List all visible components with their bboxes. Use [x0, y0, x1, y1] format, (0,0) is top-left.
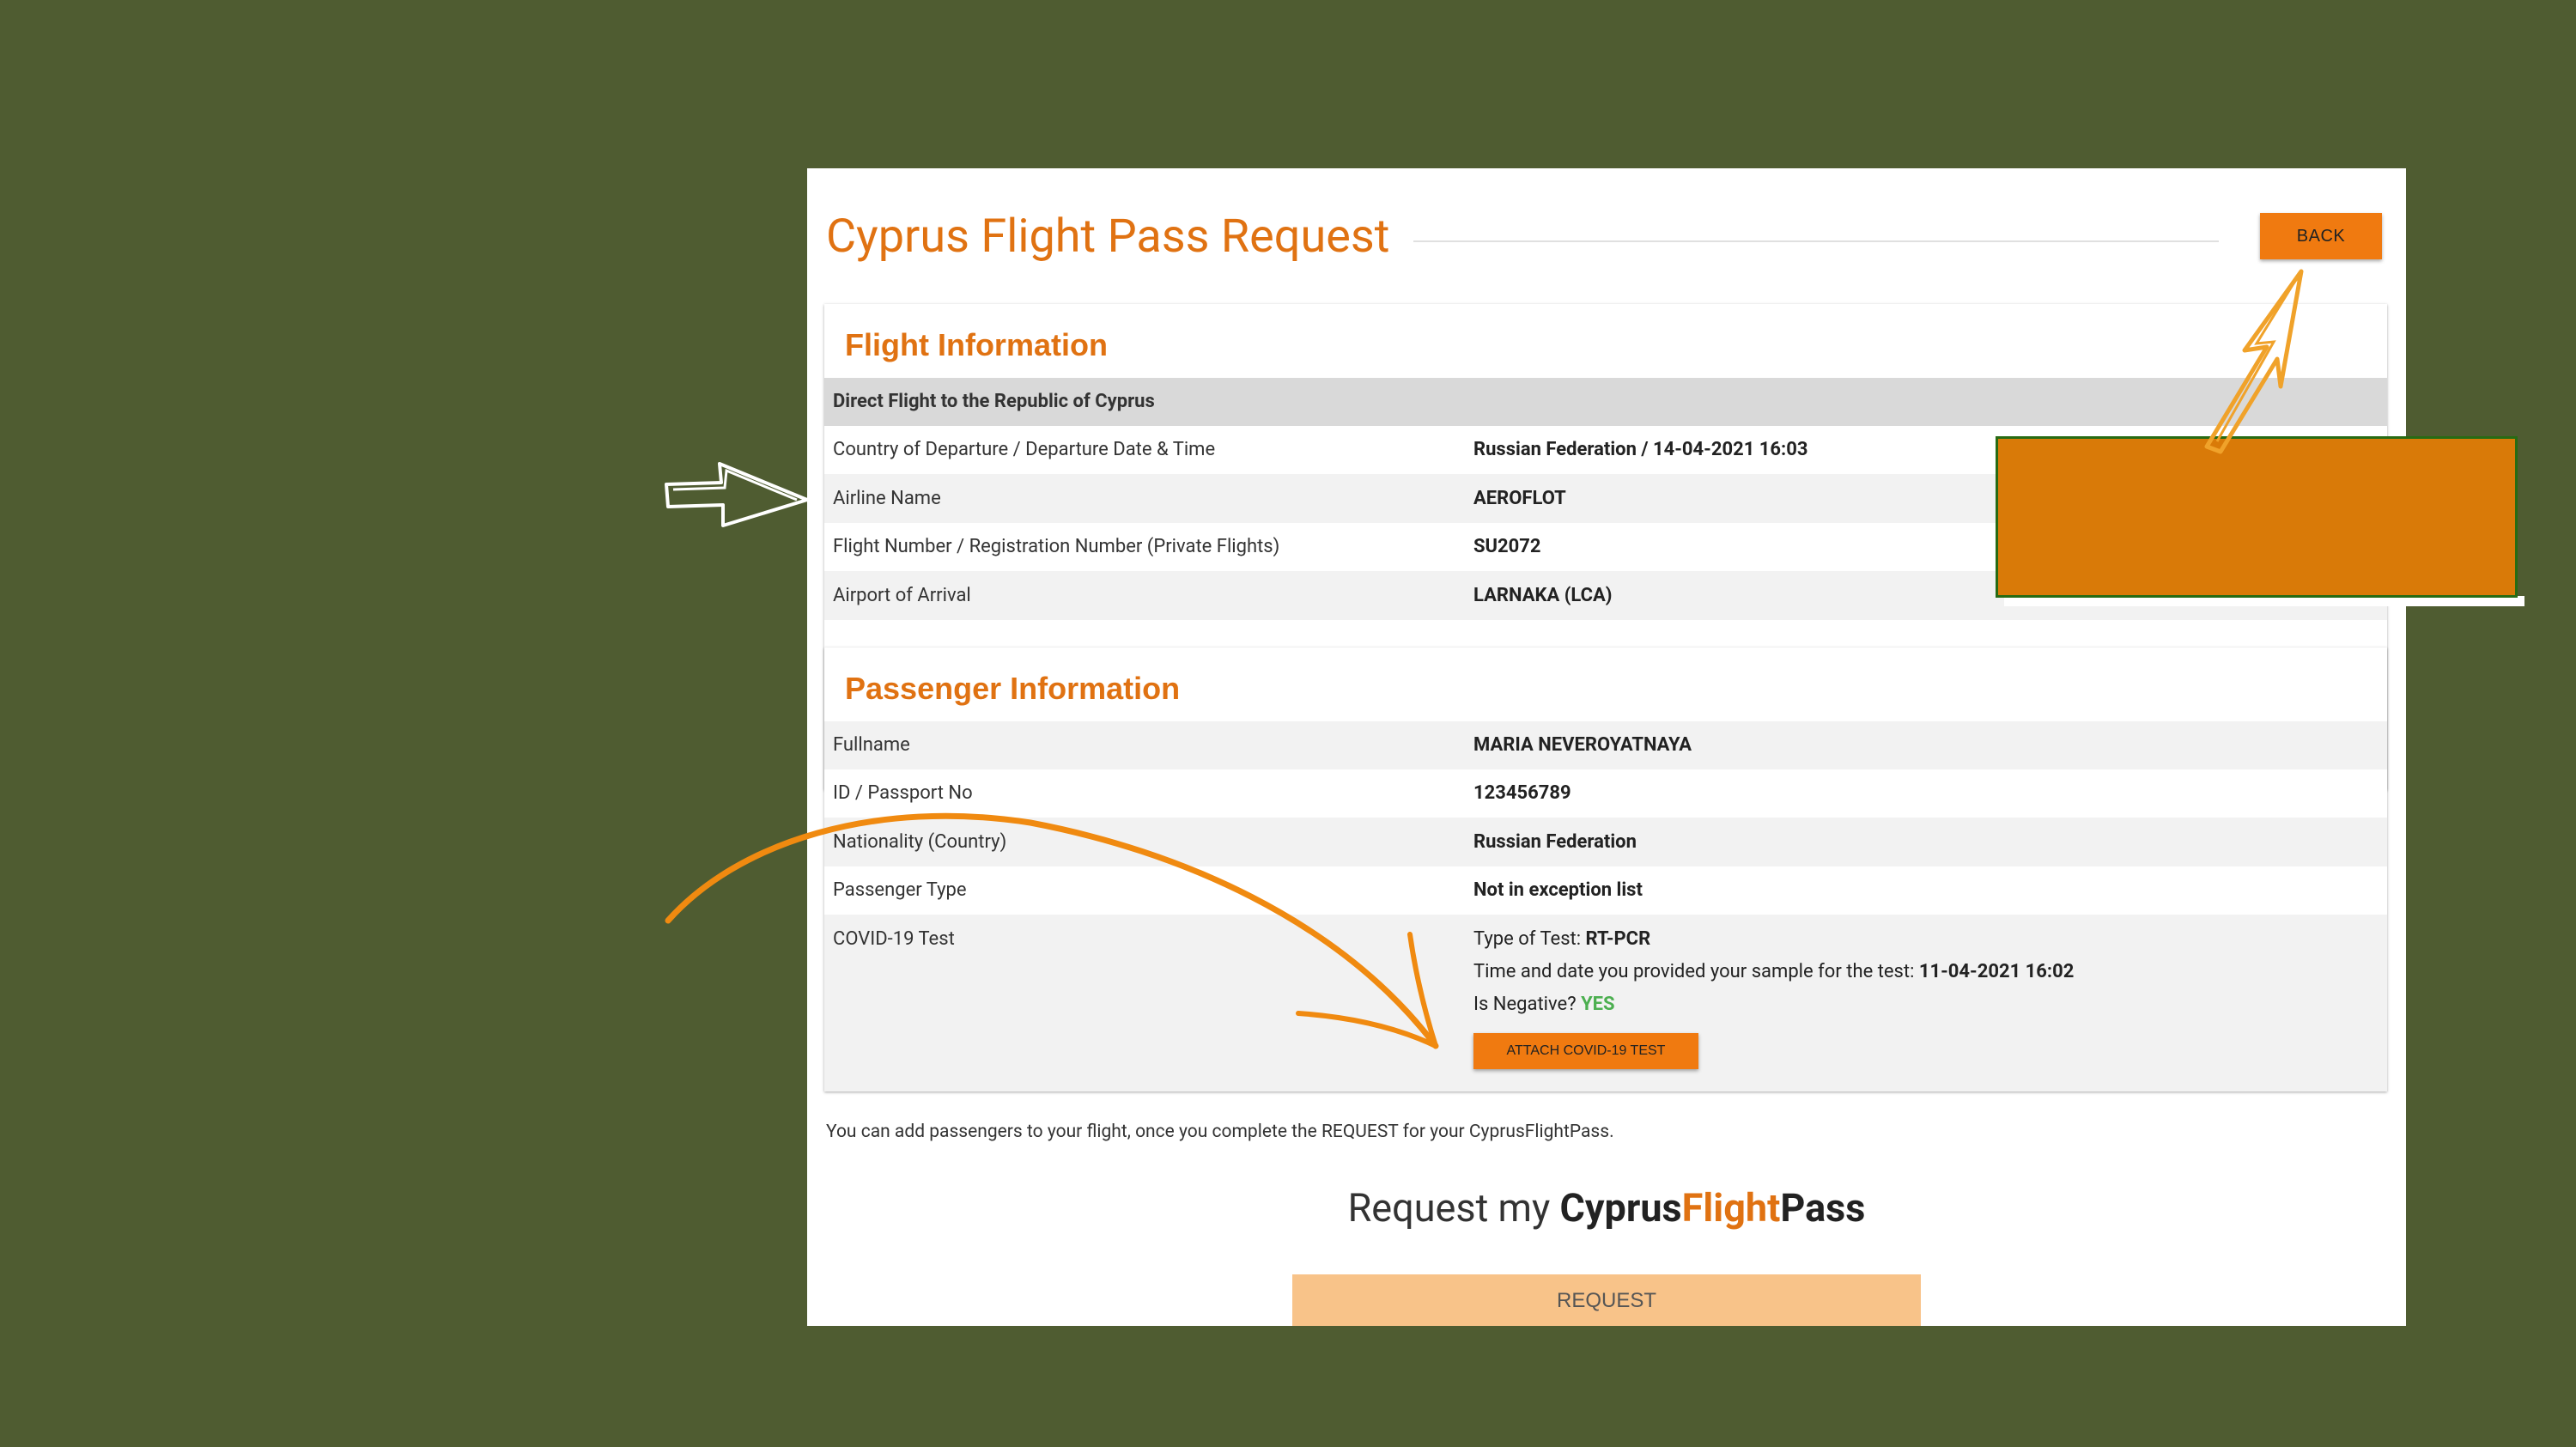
passenger-row-value: Russian Federation: [1473, 831, 1637, 853]
flight-row-label: Airport of Arrival: [833, 585, 971, 606]
flight-section-header-text: Direct Flight to the Republic of Cyprus: [833, 391, 1155, 412]
flight-row-value: SU2072: [1473, 536, 1541, 557]
title-divider: [1413, 240, 2219, 242]
attach-covid-test-button[interactable]: ATTACH COVID-19 TEST: [1473, 1033, 1698, 1069]
back-button[interactable]: BACK: [2260, 213, 2382, 259]
covid-test-type: Type of Test: RT-PCR: [1473, 928, 1651, 950]
passenger-row-value: MARIA NEVEROYATNAYA: [1473, 734, 1692, 756]
page-title: Cyprus Flight Pass Request: [826, 210, 1390, 264]
flight-row-label: Country of Departure / Departure Date & …: [833, 439, 1216, 460]
passenger-row-fullname: Fullname MARIA NEVEROYATNAYA: [824, 721, 2387, 769]
flight-row-label: Flight Number / Registration Number (Pri…: [833, 536, 1280, 557]
flight-row-value: Russian Federation / 14-04-2021 16:03: [1473, 439, 1808, 460]
white-arrow-annotation: [665, 462, 809, 527]
passenger-row-value: 123456789: [1473, 782, 1571, 804]
orange-arrow-to-back: [2204, 269, 2304, 454]
covid-sample-time: Time and date you provided your sample f…: [1473, 961, 2075, 982]
passenger-row-value: Not in exception list: [1473, 879, 1643, 901]
covid-negative-status: Is Negative? YES: [1473, 994, 1615, 1015]
flight-information-heading: Flight Information: [845, 327, 1108, 362]
flight-section-header: Direct Flight to the Republic of Cyprus: [824, 378, 2387, 426]
passenger-information-heading: Passenger Information: [845, 671, 1181, 706]
request-heading: Request my CyprusFlightPass: [1347, 1185, 1866, 1231]
flight-row-value: LARNAKA (LCA): [1473, 585, 1613, 606]
flight-row-label: Airline Name: [833, 488, 941, 509]
negative-yes-badge: YES: [1581, 994, 1615, 1015]
orange-curved-arrow: [665, 812, 1439, 1049]
passenger-row-label: Fullname: [833, 734, 910, 756]
flight-row-value: AEROFLOT: [1473, 488, 1566, 509]
flight-pass-panel: Cyprus Flight Pass Request BACK Flight I…: [807, 168, 2406, 1326]
request-button[interactable]: REQUEST: [1292, 1274, 1921, 1326]
covid-test-details: Type of Test: RT-PCR Time and date you p…: [1473, 923, 2074, 1069]
add-passengers-note: You can add passengers to your flight, o…: [826, 1122, 1614, 1142]
